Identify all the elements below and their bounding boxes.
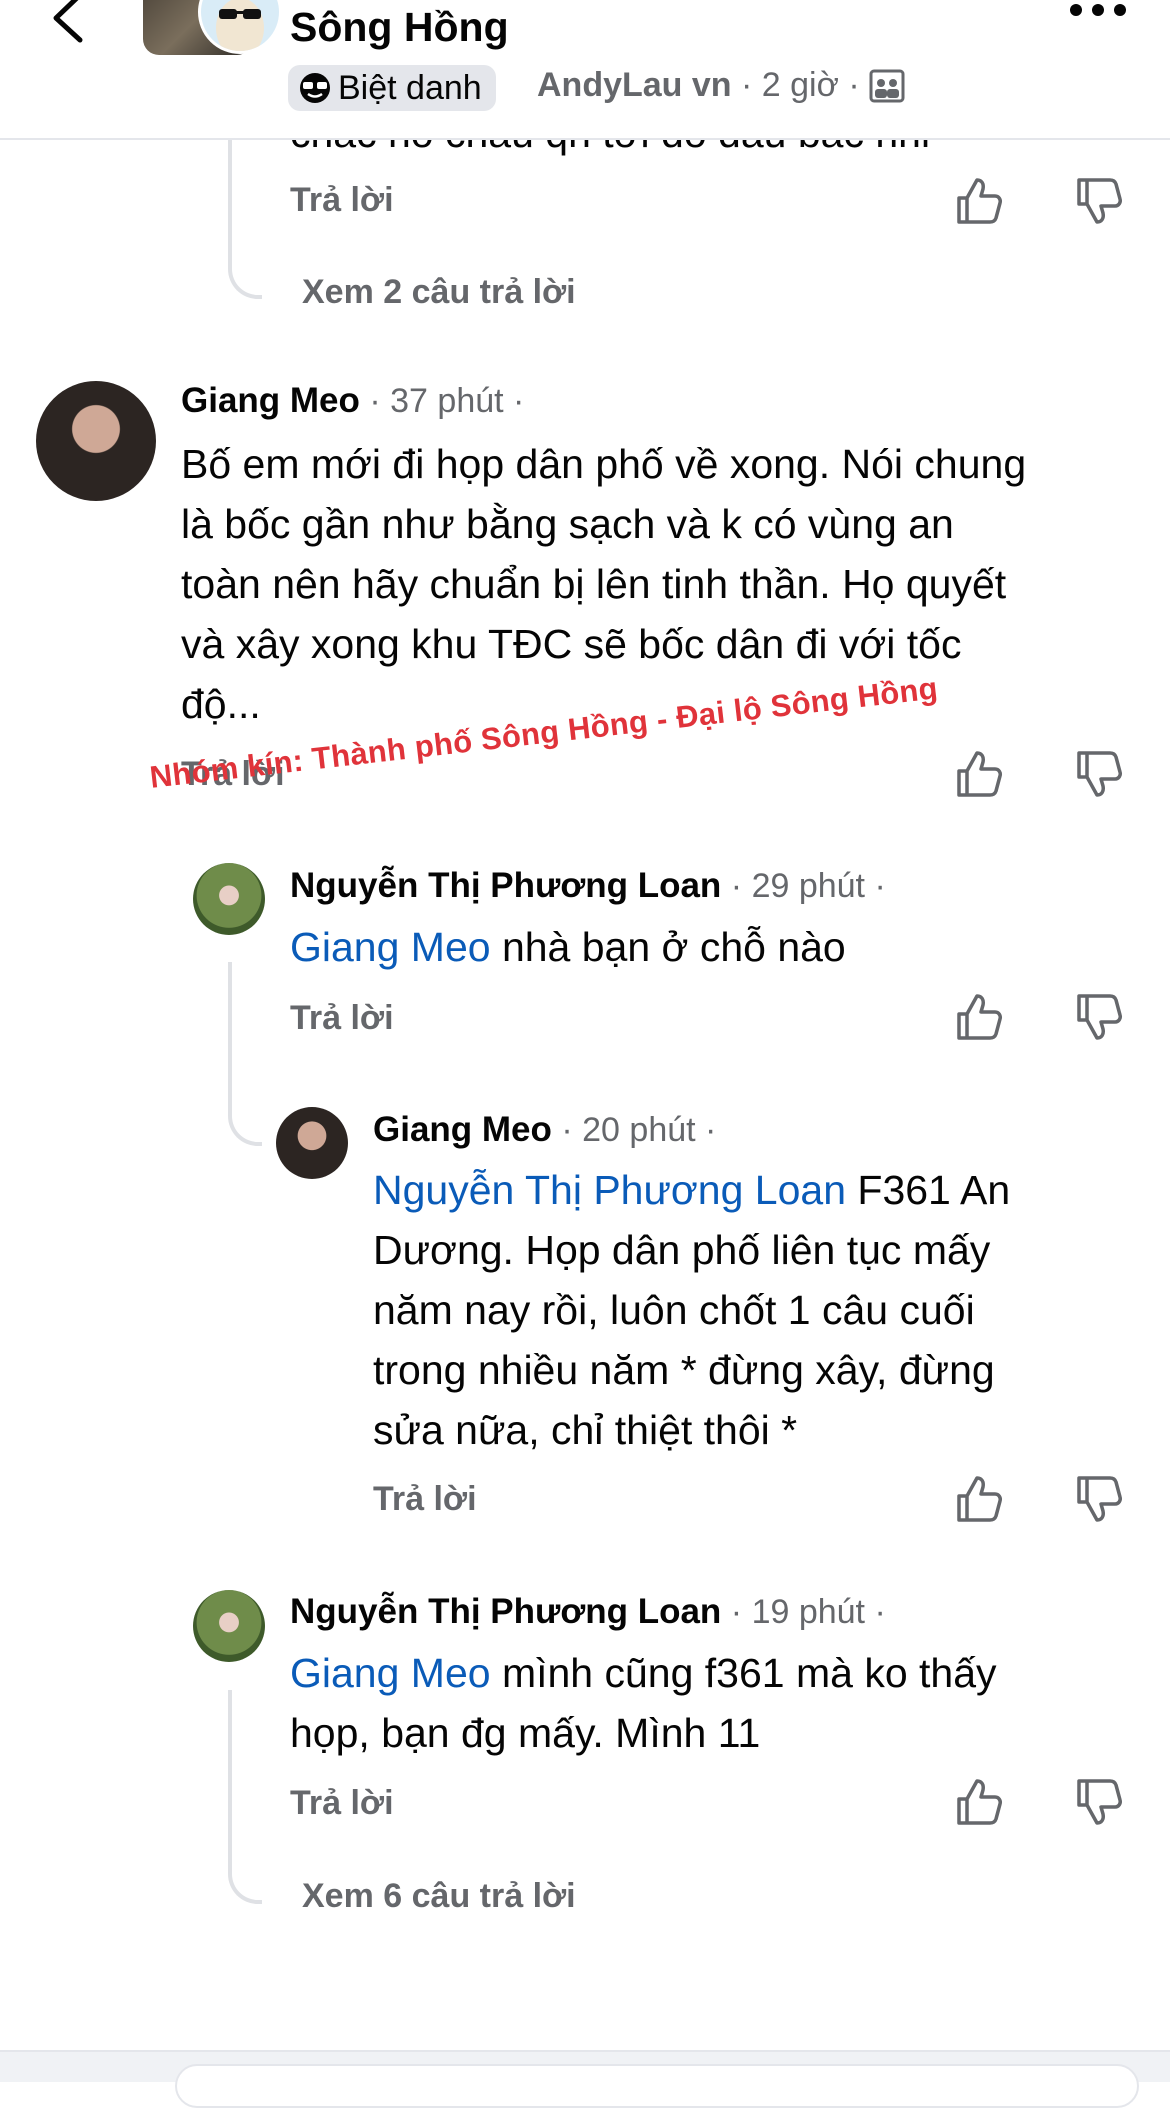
- comment-line: nhà bạn ở chỗ nào: [490, 924, 846, 970]
- comment-header: Giang Meo · 20 phút ·: [373, 1110, 717, 1149]
- comment-line: toàn nên hãy chuẩn bị lên tinh thần. Họ …: [181, 561, 1007, 607]
- comment-line: họp, bạn đg mấy. Mình 11: [290, 1710, 761, 1756]
- comment-line: F361 An: [846, 1167, 1011, 1213]
- more-options-icon[interactable]: [1068, 0, 1128, 24]
- reply-button[interactable]: Trả lời: [290, 1784, 394, 1823]
- post-time[interactable]: 2 giờ: [762, 66, 839, 105]
- comment-time[interactable]: 37 phút: [390, 382, 503, 420]
- commenter-avatar[interactable]: [193, 863, 265, 935]
- commenter-avatar[interactable]: [276, 1107, 348, 1179]
- like-icon[interactable]: [953, 992, 1003, 1042]
- commenter-name[interactable]: Giang Meo: [373, 1110, 552, 1149]
- commenter-avatar[interactable]: [193, 1590, 265, 1662]
- see-replies-link[interactable]: Xem 2 câu trả lời: [302, 273, 576, 312]
- comment-line: và xây xong khu TĐC sẽ bốc dân đi với tố…: [181, 621, 962, 667]
- comment-header: Nguyễn Thị Phương Loan · 29 phút ·: [290, 866, 886, 905]
- mention-link[interactable]: Giang Meo: [290, 1650, 491, 1696]
- reply-button[interactable]: Trả lời: [290, 181, 394, 220]
- reply-button[interactable]: Trả lời: [290, 999, 394, 1038]
- commenter-name[interactable]: Giang Meo: [181, 381, 360, 420]
- sunglasses-face-icon: [300, 73, 330, 103]
- meta-separator: ·: [731, 66, 762, 104]
- comment-text: Giang Meo nhà bạn ở chỗ nào: [290, 917, 846, 977]
- mention-link[interactable]: Giang Meo: [290, 924, 491, 970]
- dislike-icon[interactable]: [1073, 992, 1123, 1042]
- comment-line: sửa nữa, chỉ thiệt thôi *: [373, 1407, 798, 1453]
- dislike-icon[interactable]: [1073, 1474, 1123, 1524]
- comment-line: là bốc gần như bằng sạch và k có vùng an: [181, 501, 954, 547]
- comment-line: trong nhiều năm * đừng xây, đừng: [373, 1347, 995, 1393]
- commenter-name[interactable]: Nguyễn Thị Phương Loan: [290, 1592, 721, 1631]
- comment-time[interactable]: 19 phút: [752, 1593, 865, 1631]
- comment-text: Giang Meo mình cũng f361 mà ko thấy họp,…: [290, 1643, 997, 1763]
- dislike-icon[interactable]: [1073, 749, 1123, 799]
- post-header: Sông Hồng Biệt danh AndyLau vn · 2 giờ ·: [0, 0, 1170, 140]
- comment-time[interactable]: 29 phút: [752, 867, 865, 905]
- comment-time[interactable]: 20 phút: [582, 1111, 695, 1149]
- thread-connector: [228, 962, 262, 1146]
- nickname-badge[interactable]: Biệt danh: [288, 65, 496, 111]
- comment-line: Dương. Họp dân phố liên tục mấy: [373, 1227, 991, 1273]
- comment-input[interactable]: [175, 2064, 1139, 2108]
- comment-line: Bố em mới đi họp dân phố về xong. Nói ch…: [181, 441, 1027, 487]
- like-icon[interactable]: [953, 1474, 1003, 1524]
- back-arrow-icon[interactable]: [40, 0, 100, 50]
- mention-link[interactable]: Nguyễn Thị Phương Loan: [373, 1167, 846, 1213]
- see-replies-link[interactable]: Xem 6 câu trả lời: [302, 1877, 576, 1916]
- comment-text: Nguyễn Thị Phương Loan F361 An Dương. Họ…: [373, 1160, 1010, 1460]
- thread-connector: [228, 140, 262, 299]
- like-icon[interactable]: [953, 176, 1003, 226]
- dislike-icon[interactable]: [1073, 176, 1123, 226]
- dislike-icon[interactable]: [1073, 1777, 1123, 1827]
- reply-button[interactable]: Trả lời: [373, 1480, 477, 1519]
- nickname-label: Biệt danh: [338, 68, 482, 107]
- alpaca-sunglasses-icon: [216, 0, 264, 51]
- commenter-name[interactable]: Nguyễn Thị Phương Loan: [290, 866, 721, 905]
- commenter-avatar[interactable]: [36, 381, 156, 501]
- like-icon[interactable]: [953, 1777, 1003, 1827]
- post-author[interactable]: AndyLau vn: [537, 66, 732, 105]
- group-privacy-icon: [869, 69, 905, 102]
- comment-header: Nguyễn Thị Phương Loan · 19 phút ·: [290, 1592, 886, 1631]
- comment-line: năm nay rồi, luôn chốt 1 câu cuối: [373, 1287, 975, 1333]
- comment-header: Giang Meo · 37 phút ·: [181, 381, 525, 420]
- group-name[interactable]: Sông Hồng: [290, 4, 509, 51]
- post-meta: AndyLau vn · 2 giờ ·: [537, 66, 905, 105]
- meta-separator: ·: [838, 66, 870, 104]
- thread-connector: [228, 1690, 262, 1904]
- comment-line: mình cũng f361 mà ko thấy: [490, 1650, 997, 1696]
- like-icon[interactable]: [953, 749, 1003, 799]
